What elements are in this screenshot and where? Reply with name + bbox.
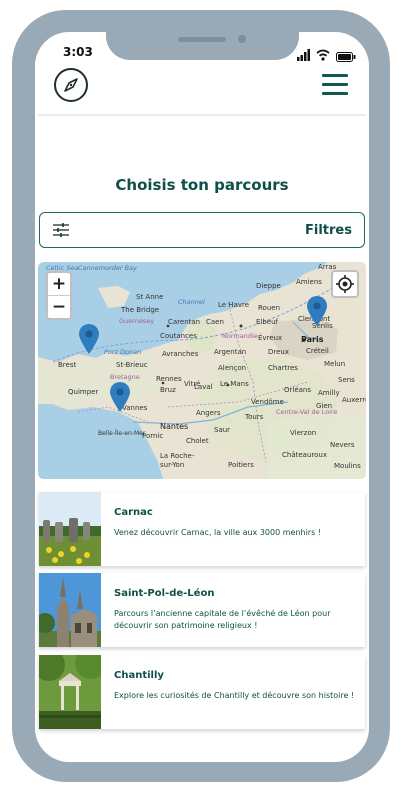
wifi-icon — [316, 46, 330, 61]
map-label: Orléans — [284, 386, 312, 394]
map-label: Melun — [324, 360, 346, 368]
card-image — [39, 492, 101, 566]
map-label: Le Mans — [220, 380, 249, 388]
locate-button[interactable] — [331, 270, 359, 298]
battery-icon — [336, 47, 356, 62]
sliders-icon — [53, 223, 69, 237]
hamburger-icon — [322, 74, 348, 77]
card-description: Explore les curiosités de Chantilly et d… — [114, 691, 355, 700]
map-label: Bruz — [160, 386, 176, 394]
map-label: Chartres — [268, 364, 298, 372]
map-label: Porz Donan — [104, 348, 142, 356]
map-label: Argentan — [214, 348, 247, 356]
header-divider — [38, 114, 366, 116]
map-label: St Anne — [136, 293, 164, 301]
card-title: Chantilly — [114, 670, 164, 681]
compass-button[interactable] — [54, 68, 88, 102]
status-time: 3:03 — [63, 45, 93, 59]
map-marker-carnac[interactable] — [109, 381, 131, 413]
map-label: Saur — [214, 426, 231, 434]
map-label: Rouen — [258, 304, 281, 312]
map-label: Dieppe — [256, 282, 281, 290]
map-label: Moulins — [334, 462, 361, 470]
signal-icon — [297, 46, 311, 61]
map-label: St-Brieuc — [116, 361, 148, 369]
map-label: Paris — [301, 335, 324, 344]
zoom-out-button[interactable]: − — [48, 295, 70, 318]
map-label: Cholet — [186, 437, 209, 445]
camera — [238, 35, 246, 43]
map-label: Vierzon — [290, 429, 317, 437]
map-label: Auxerre — [342, 396, 366, 404]
page-title: Choisis ton parcours — [115, 176, 289, 194]
map-label: Carentan — [168, 318, 201, 326]
map-label: Quimper — [68, 388, 99, 396]
map-label: Bretagne — [110, 373, 140, 381]
card-image — [39, 655, 101, 729]
map-label: Nevers — [330, 441, 355, 449]
map-label: Coutances — [160, 332, 197, 340]
map-label: Amilly — [318, 389, 340, 397]
card-title: Saint-Pol-de-Léon — [114, 588, 215, 599]
parcours-card-carnac[interactable]: Carnac Venez découvrir Carnac, la ville … — [39, 492, 365, 566]
map-marker-saint-pol[interactable] — [78, 323, 100, 355]
map-label: La Roche-sur-Yon — [160, 452, 195, 469]
compass-icon — [64, 78, 78, 92]
map-label: Elbeuf — [256, 318, 279, 326]
map-label: Dreux — [268, 348, 289, 356]
map-label: Poitiers — [228, 461, 254, 469]
map-label: Caen — [206, 318, 224, 326]
map-label: Le Havre — [218, 301, 250, 309]
status-icons — [296, 46, 356, 62]
hamburger-line — [322, 92, 348, 95]
map-label: Gien — [316, 402, 333, 410]
map-label: Alençon — [218, 364, 247, 372]
map-label: Cannemorder Bay — [78, 264, 137, 272]
zoom-control: + − — [46, 271, 72, 320]
parcours-card-chantilly[interactable]: Chantilly Explore les curiosités de Chan… — [39, 655, 365, 729]
parcours-card-saint-pol-de-leon[interactable]: Saint-Pol-de-Léon Parcours l’ancienne ca… — [39, 573, 365, 647]
map-label: Créteil — [306, 347, 329, 355]
map-label: Guernesey — [119, 317, 155, 325]
map-label: Rennes — [156, 375, 182, 383]
filters-label: Filtres — [305, 223, 352, 238]
card-description: Venez découvrir Carnac, la ville aux 300… — [114, 528, 322, 537]
map-label: Tours — [245, 413, 264, 421]
map-label: Sens — [338, 376, 355, 384]
filters-button[interactable]: Filtres — [39, 212, 365, 248]
map-label: Normandie — [222, 332, 258, 340]
map-marker-chantilly[interactable] — [306, 295, 328, 327]
crosshair-icon — [336, 275, 354, 293]
map-label: Laval — [194, 383, 213, 391]
map-label: Évreux — [258, 334, 283, 342]
map-label: Nantes — [160, 422, 189, 431]
map-label: Channel — [178, 298, 205, 306]
map-label: Angers — [196, 409, 221, 417]
phone-notch — [106, 30, 299, 60]
map-label: Vendôme — [251, 398, 284, 406]
speaker — [178, 37, 226, 42]
card-description: Parcours l’ancienne capitale de l’évêché… — [114, 609, 331, 630]
map-label: Belle-Île-en-Mer — [98, 430, 146, 437]
zoom-in-button[interactable]: + — [48, 273, 70, 295]
map-label: The Bridge — [121, 306, 160, 314]
map-label: Châteauroux — [282, 451, 327, 459]
menu-button[interactable] — [322, 74, 348, 96]
map-label: Amiens — [296, 278, 322, 286]
map-label: Pornic — [142, 432, 164, 440]
map-label: Brest — [58, 361, 77, 369]
map-label: Avranches — [162, 350, 199, 358]
hamburger-line — [322, 83, 348, 86]
card-title: Carnac — [114, 507, 153, 518]
card-image — [39, 573, 101, 647]
